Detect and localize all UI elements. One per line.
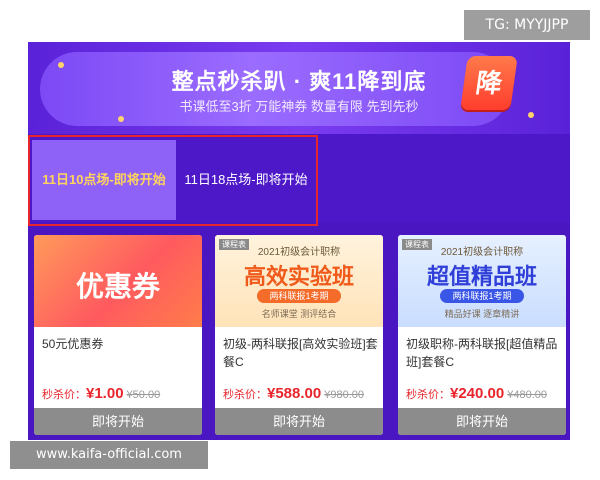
course-image: 课程表 2021初级会计职称 超值精品班 两科联报1考期 精品好课 逐章精讲 xyxy=(398,235,566,327)
course-image: 课程表 2021初级会计职称 高效实验班 两科联报1考期 名师课堂 测评结合 xyxy=(215,235,383,327)
price-label: 秒杀价： xyxy=(42,389,86,401)
product-name: 50元优惠券 xyxy=(42,337,104,351)
price-row: 秒杀价：¥240.00 ¥480.00 xyxy=(406,385,566,403)
flash-sale-panel: 整点秒杀趴 · 爽11降到底 书课低至3折 万能神券 数量有限 先到先秒 降 1… xyxy=(28,42,570,440)
watermark-bottom: www.kaifa-official.com xyxy=(10,441,208,469)
course-image-title: 高效实验班 xyxy=(243,264,354,289)
original-price: ¥980.00 xyxy=(324,389,364,401)
course-image-subtitle: 2021初级会计职称 xyxy=(440,247,524,258)
product-card-value-class[interactable]: 课程表 2021初级会计职称 超值精品班 两科联报1考期 精品好课 逐章精讲 初… xyxy=(398,235,566,435)
red-highlight-frame xyxy=(28,135,318,226)
price-row: 秒杀价：¥588.00 ¥980.00 xyxy=(223,385,383,403)
coupon-image: 优惠券 xyxy=(34,235,202,327)
sale-price: ¥240.00 xyxy=(450,385,505,402)
watermark-top: TG: MYYJJPP xyxy=(464,10,590,40)
price-label: 秒杀价： xyxy=(406,389,450,401)
sale-price: ¥588.00 xyxy=(267,385,322,402)
course-image-strip: 两科联报1考期 xyxy=(257,289,341,303)
course-image-strip: 两科联报1考期 xyxy=(440,289,524,303)
coupon-image-title: 优惠券 xyxy=(75,271,160,302)
original-price: ¥50.00 xyxy=(126,389,161,401)
coming-soon-button[interactable]: 即将开始 xyxy=(34,408,202,435)
course-image-tags: 精品好课 逐章精讲 xyxy=(444,309,520,319)
sparkle-icon xyxy=(118,116,124,122)
product-card-coupon[interactable]: 优惠券 50元优惠券 秒杀价：¥1.00 ¥50.00 即将开始 xyxy=(34,235,202,435)
sale-price: ¥1.00 xyxy=(86,385,124,402)
course-image-title: 超值精品班 xyxy=(426,264,537,289)
product-name: 初级-两科联报[高效实验班]套餐C xyxy=(223,337,378,369)
course-image-tags: 名师课堂 测评结合 xyxy=(261,309,337,319)
promo-banner: 整点秒杀趴 · 爽11降到底 书课低至3折 万能神券 数量有限 先到先秒 降 xyxy=(28,42,570,134)
price-row: 秒杀价：¥1.00 ¥50.00 xyxy=(42,385,202,403)
product-card-efficient-class[interactable]: 课程表 2021初级会计职称 高效实验班 两科联报1考期 名师课堂 测评结合 初… xyxy=(215,235,383,435)
course-image-subtitle: 2021初级会计职称 xyxy=(257,247,341,258)
coming-soon-button[interactable]: 即将开始 xyxy=(215,408,383,435)
price-label: 秒杀价： xyxy=(223,389,267,401)
price-drop-badge: 降 xyxy=(460,56,518,110)
screenshot-stage: 整点秒杀趴 · 爽11降到底 书课低至3折 万能神券 数量有限 先到先秒 降 1… xyxy=(0,0,600,480)
original-price: ¥480.00 xyxy=(507,389,547,401)
product-name: 初级职称-两科联报[超值精品班]套餐C xyxy=(406,337,558,369)
coming-soon-button[interactable]: 即将开始 xyxy=(398,408,566,435)
